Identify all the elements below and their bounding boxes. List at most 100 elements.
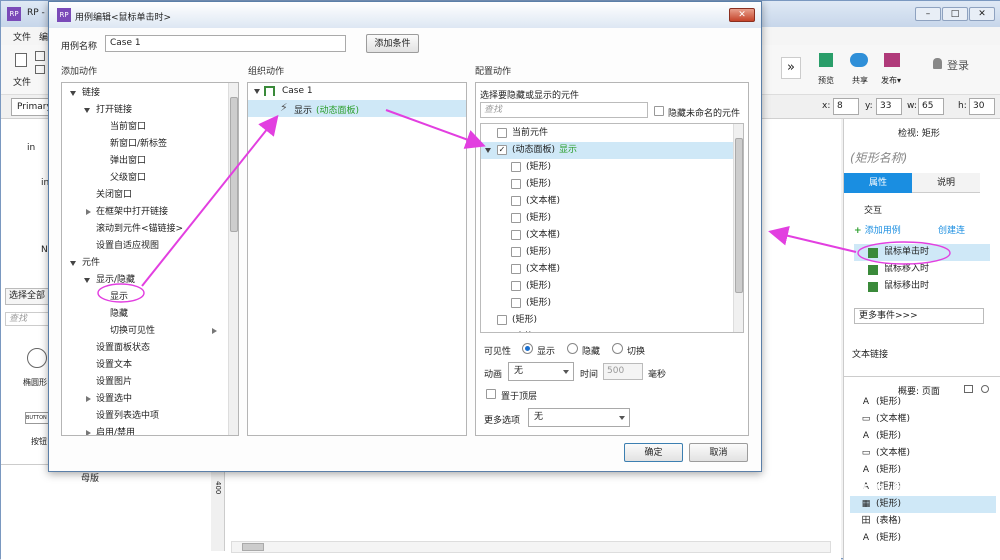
widget-list-scroll-thumb[interactable]	[735, 138, 743, 293]
actions-scroll-thumb[interactable]	[230, 97, 238, 232]
widget-item[interactable]: (文本框)	[526, 193, 560, 210]
action-item[interactable]: 启用/禁用	[96, 425, 135, 435]
expand-icon[interactable]	[70, 91, 76, 96]
outline-item[interactable]: ▦ (矩形)	[850, 496, 996, 513]
sitemap-item[interactable]: N	[41, 245, 48, 255]
action-item[interactable]: 滚动到元件<锚链接>	[96, 221, 183, 238]
widget-item[interactable]: (矩形)	[526, 244, 551, 261]
widget-item[interactable]: (矩形)	[526, 159, 551, 176]
preview-label[interactable]: 预览	[818, 75, 834, 86]
more-arrow-button[interactable]: »	[781, 57, 801, 79]
visibility-hide-radio[interactable]	[567, 343, 578, 354]
filter-icon[interactable]	[964, 385, 973, 393]
outline-item[interactable]: A (矩形)	[850, 428, 996, 445]
widget-checkbox[interactable]	[511, 298, 521, 308]
action-item[interactable]: 显示/隐藏	[96, 272, 135, 289]
action-item[interactable]: 设置列表选中项	[96, 408, 159, 425]
widget-checkbox[interactable]	[497, 332, 507, 333]
tab-notes[interactable]: 说明	[912, 173, 980, 193]
outline-item[interactable]: ▭ (文本框)	[850, 445, 996, 462]
collapse-icon[interactable]	[86, 209, 91, 215]
config-search-input[interactable]: 查找	[480, 102, 648, 118]
widget-item[interactable]: (矩形)	[526, 176, 551, 193]
ellipse-widget-icon[interactable]	[27, 348, 47, 368]
more-options-select[interactable]: 无	[528, 408, 630, 427]
publish-label[interactable]: 发布▾	[881, 75, 901, 86]
visibility-toggle-radio[interactable]	[612, 343, 623, 354]
widget-checkbox[interactable]	[511, 281, 521, 291]
action-item[interactable]: 父级窗口	[110, 170, 146, 187]
cancel-button[interactable]: 取消	[689, 443, 748, 462]
action-item[interactable]: 关闭窗口	[96, 187, 132, 204]
dialog-close-button[interactable]: ✕	[729, 8, 755, 22]
visibility-show-radio[interactable]	[522, 343, 533, 354]
collapse-icon[interactable]	[86, 430, 91, 435]
widget-checkbox[interactable]	[497, 128, 507, 138]
add-case-link[interactable]: + 添加用例	[854, 223, 901, 236]
login-link[interactable]: 登录	[947, 57, 969, 73]
save-icon[interactable]	[35, 51, 45, 61]
submenu-icon[interactable]	[212, 328, 217, 334]
open-icon[interactable]	[35, 65, 45, 74]
time-input[interactable]: 500	[603, 363, 643, 380]
widget-item[interactable]: (文本框)	[526, 227, 560, 244]
event-mouseenter[interactable]: 鼠标移入时	[854, 261, 929, 278]
style-select[interactable]: Primary	[11, 98, 53, 116]
action-item[interactable]: 弹出窗口	[110, 153, 146, 170]
share-icon[interactable]	[850, 53, 868, 67]
library-search[interactable]: 查找	[5, 312, 51, 326]
hide-unnamed-checkbox[interactable]	[654, 106, 664, 116]
action-item[interactable]: 在框架中打开链接	[96, 204, 168, 221]
case-node[interactable]: Case 1	[282, 83, 313, 100]
action-item[interactable]: 元件	[82, 255, 100, 272]
tab-properties[interactable]: 属性	[844, 173, 912, 193]
publish-icon[interactable]	[884, 53, 900, 67]
canvas-scroll-thumb[interactable]	[242, 543, 264, 551]
expand-icon[interactable]	[70, 261, 76, 266]
preview-icon[interactable]	[819, 53, 833, 67]
action-item[interactable]: 打开链接	[96, 102, 132, 119]
animation-select[interactable]: 无	[508, 362, 574, 381]
widget-item[interactable]: (矩形)	[526, 210, 551, 227]
y-input[interactable]: 33	[876, 98, 902, 115]
bring-front-checkbox[interactable]	[486, 389, 496, 399]
widget-item[interactable]: (矩形)	[526, 295, 551, 312]
widget-checkbox[interactable]	[511, 162, 521, 172]
action-item[interactable]: 隐藏	[110, 306, 128, 323]
event-mouseleave[interactable]: 鼠标移出时	[854, 278, 929, 295]
actions-scrollbar[interactable]	[228, 83, 238, 435]
outline-item[interactable]: A (矩形)	[850, 530, 996, 547]
action-item[interactable]: 显示	[110, 289, 128, 306]
widget-checkbox[interactable]	[511, 230, 521, 240]
widget-checkbox[interactable]	[511, 247, 521, 257]
widget-item[interactable]: (动态面板) 显示	[512, 142, 577, 159]
user-icon[interactable]	[933, 58, 942, 69]
widget-list-scrollbar[interactable]	[733, 124, 743, 332]
ok-button[interactable]: 确定	[624, 443, 683, 462]
outline-item[interactable]: A (矩形)	[850, 394, 996, 411]
menu-edit[interactable]: 编	[39, 30, 48, 43]
expand-icon[interactable]	[84, 278, 90, 283]
outline-item[interactable]: ▭ (文本框)	[850, 411, 996, 428]
action-item[interactable]: 设置图片	[96, 374, 132, 391]
menu-file[interactable]: 文件	[13, 30, 31, 43]
share-label[interactable]: 共享	[852, 75, 868, 86]
widget-item[interactable]: 当前元件	[512, 125, 548, 142]
expand-icon[interactable]	[485, 148, 491, 153]
w-input[interactable]: 65	[918, 98, 944, 115]
case-name-input[interactable]: Case 1	[105, 35, 346, 52]
widget-checkbox[interactable]: ✓	[497, 145, 507, 155]
widget-item[interactable]: (文本框)	[526, 261, 560, 278]
widget-item[interactable]: (表格)	[512, 329, 537, 332]
text-link-section[interactable]: 文本链接	[852, 347, 888, 360]
more-events-select[interactable]: 更多事件>>>	[854, 308, 984, 324]
outline-item[interactable]: 田 (表格)	[850, 513, 996, 530]
collapse-icon[interactable]	[86, 396, 91, 402]
action-item[interactable]: 设置面板状态	[96, 340, 150, 357]
action-item[interactable]: 切换可见性	[110, 323, 155, 340]
action-item[interactable]: 设置文本	[96, 357, 132, 374]
action-item[interactable]: 链接	[82, 85, 100, 102]
widget-checkbox[interactable]	[511, 213, 521, 223]
widget-checkbox[interactable]	[511, 196, 521, 206]
widget-item[interactable]: (矩形)	[526, 278, 551, 295]
